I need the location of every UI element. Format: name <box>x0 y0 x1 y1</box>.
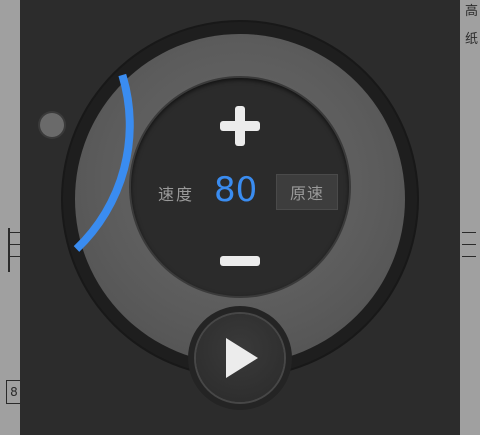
decrease-speed-button[interactable] <box>216 246 264 276</box>
play-icon <box>226 338 258 378</box>
reset-speed-button[interactable]: 原速 <box>276 174 338 210</box>
play-button[interactable] <box>196 314 284 402</box>
sheet-edge-left: 8 <box>0 0 22 435</box>
increase-speed-button[interactable] <box>216 104 264 148</box>
minus-icon <box>220 256 260 266</box>
reset-speed-label: 原速 <box>289 184 324 203</box>
sheet-text-fragment: 纸 <box>464 32 478 47</box>
tempo-slider-handle[interactable] <box>40 113 64 137</box>
staff-line <box>8 256 20 257</box>
staff-line <box>8 232 20 233</box>
staff-line <box>8 244 20 245</box>
plus-icon <box>220 106 260 146</box>
speed-value: 80 <box>214 170 258 210</box>
staff-line <box>462 256 476 257</box>
sheet-text-fragment: 高 <box>464 4 478 19</box>
staff-line <box>462 244 476 245</box>
speed-label: 速度 <box>158 185 195 204</box>
staff-line <box>462 232 476 233</box>
sheet-edge-right: 高 纸 <box>460 0 480 435</box>
